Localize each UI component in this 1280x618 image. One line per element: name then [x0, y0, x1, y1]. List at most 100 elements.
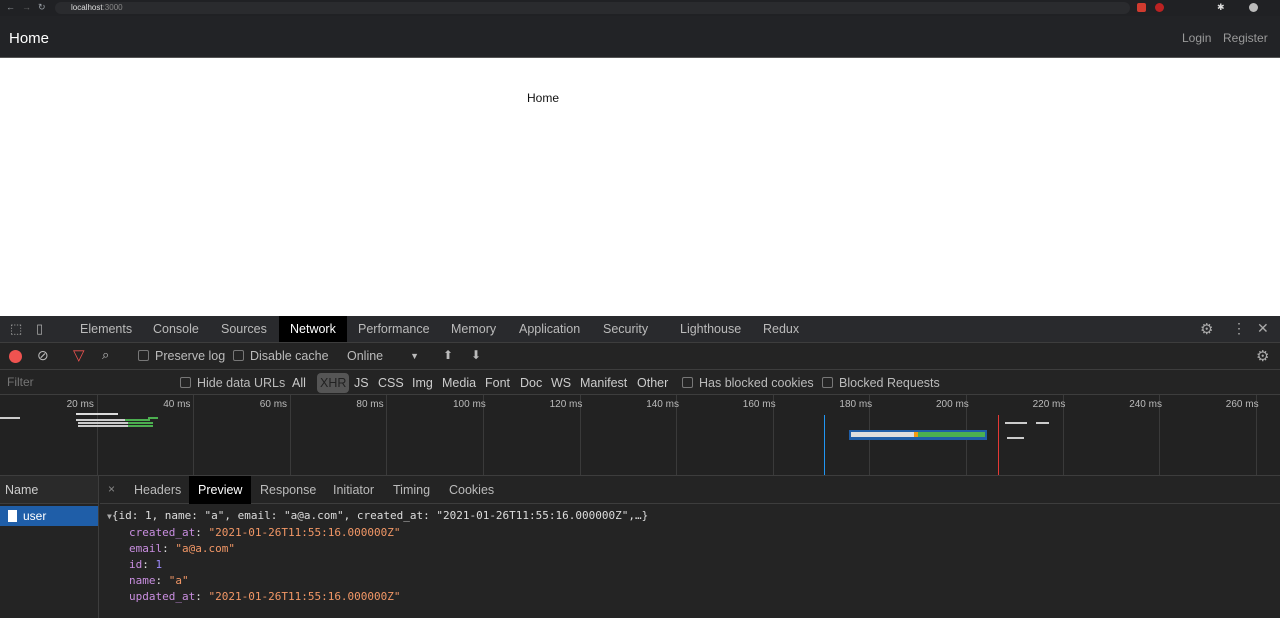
browser-toolbar: ← → ↻ localhost:3000 ✱ — [0, 0, 1280, 16]
reload-icon[interactable]: ↻ — [38, 2, 46, 13]
json-key: id — [129, 558, 143, 571]
timeline-tick: 260 ms — [1225, 399, 1259, 410]
tab-performance[interactable]: Performance — [350, 316, 438, 342]
throttling-value: Online — [347, 349, 384, 363]
disable-cache-label: Disable cache — [250, 349, 329, 363]
profile-avatar[interactable] — [1249, 3, 1258, 12]
close-devtools-icon[interactable]: ✕ — [1257, 320, 1269, 337]
hide-data-urls-checkbox[interactable]: Hide data URLs — [180, 376, 285, 390]
url-host: localhost — [71, 3, 103, 12]
filter-all[interactable]: All — [292, 376, 306, 390]
throttling-select[interactable]: Online ▼ — [347, 349, 419, 363]
json-field: updated_at: "2021-01-26T11:55:16.000000Z… — [129, 590, 401, 603]
page-content: Home — [526, 91, 559, 105]
filter-manifest[interactable]: Manifest — [580, 376, 627, 390]
blocked-requests-checkbox[interactable]: Blocked Requests — [822, 376, 940, 390]
waterfall-bar-download — [128, 425, 153, 427]
login-link[interactable]: Login — [1182, 31, 1211, 45]
waterfall-bar[interactable] — [78, 422, 130, 424]
tab-initiator[interactable]: Initiator — [325, 476, 382, 504]
more-options-icon[interactable]: ⋮ — [1232, 320, 1246, 337]
extension-icon[interactable] — [1155, 3, 1164, 12]
filter-icon[interactable]: ▽ — [73, 346, 85, 364]
timeline-tick: 220 ms — [1032, 399, 1066, 410]
json-field: name: "a" — [129, 574, 189, 587]
dom-content-loaded-line — [824, 415, 825, 475]
register-link[interactable]: Register — [1223, 31, 1268, 45]
timeline-gridline — [386, 395, 388, 475]
filter-media[interactable]: Media — [442, 376, 476, 390]
puzzle-icon[interactable]: ✱ — [1217, 2, 1226, 12]
json-value: "a" — [168, 574, 189, 587]
tab-security[interactable]: Security — [595, 316, 656, 342]
has-blocked-cookies-label: Has blocked cookies — [699, 376, 814, 390]
tab-console[interactable]: Console — [145, 316, 207, 342]
filter-img[interactable]: Img — [412, 376, 433, 390]
tab-preview[interactable]: Preview — [189, 476, 252, 504]
has-blocked-cookies-checkbox[interactable]: Has blocked cookies — [682, 376, 814, 390]
name-column-header[interactable]: Name — [0, 476, 98, 504]
tab-sources[interactable]: Sources — [213, 316, 275, 342]
json-value: "2021-01-26T11:55:16.000000Z" — [208, 590, 401, 603]
waterfall-bar[interactable] — [1007, 437, 1024, 439]
json-key: created_at — [129, 526, 196, 539]
filter-xhr[interactable]: XHR — [317, 373, 350, 393]
inspect-element-icon[interactable]: ⬚ — [10, 321, 22, 337]
network-settings-icon[interactable]: ⚙ — [1256, 347, 1269, 365]
clear-icon[interactable]: ⊘ — [37, 347, 49, 364]
forward-icon[interactable]: → — [22, 2, 31, 12]
navbar-brand[interactable]: Home — [9, 30, 49, 47]
filter-input[interactable] — [0, 370, 170, 394]
tab-cookies[interactable]: Cookies — [441, 476, 502, 504]
network-overview[interactable]: 20 ms 40 ms 60 ms 80 ms 100 ms 120 ms 140 ms 16… — [0, 395, 1280, 476]
disable-cache-checkbox[interactable]: Disable cache — [233, 349, 329, 363]
import-har-icon[interactable]: ⬆ — [443, 348, 453, 362]
tab-response[interactable]: Response — [252, 476, 324, 504]
device-toolbar-icon[interactable]: ▯ — [36, 321, 43, 337]
tab-memory[interactable]: Memory — [443, 316, 504, 342]
timeline-tick: 60 ms — [259, 399, 288, 410]
json-key: updated_at — [129, 590, 196, 603]
close-detail-icon[interactable]: × — [108, 482, 115, 496]
timeline-tick: 100 ms — [453, 399, 486, 410]
waterfall-bar[interactable] — [0, 417, 20, 419]
filter-ws[interactable]: WS — [551, 376, 571, 390]
export-har-icon[interactable]: ⬇ — [471, 348, 481, 362]
settings-icon[interactable]: ⚙ — [1200, 320, 1213, 338]
request-row[interactable]: user — [0, 506, 98, 526]
tab-redux[interactable]: Redux — [755, 316, 807, 342]
tab-lighthouse[interactable]: Lighthouse — [672, 316, 749, 342]
timeline-tick: 160 ms — [742, 399, 776, 410]
tab-timing[interactable]: Timing — [385, 476, 438, 504]
hide-data-urls-label: Hide data URLs — [197, 376, 286, 390]
preserve-log-checkbox[interactable]: Preserve log — [138, 349, 225, 363]
filter-font[interactable]: Font — [485, 376, 510, 390]
waterfall-bar[interactable] — [76, 413, 118, 415]
search-icon[interactable]: ⌕ — [102, 347, 109, 363]
tab-elements[interactable]: Elements — [72, 316, 140, 342]
selected-request-bar[interactable] — [849, 430, 987, 440]
devtools-panel: ⬚ ▯ Elements Console Sources Network Per… — [0, 316, 1280, 618]
extension-icon[interactable] — [1137, 3, 1146, 12]
filter-doc[interactable]: Doc — [520, 376, 542, 390]
filter-other[interactable]: Other — [637, 376, 668, 390]
record-button[interactable] — [9, 350, 22, 363]
json-root[interactable]: ▼{id: 1, name: "a", email: "a@a.com", cr… — [107, 508, 648, 525]
waterfall-bar[interactable] — [1005, 422, 1027, 424]
waterfall-bar[interactable] — [78, 425, 134, 427]
timeline-gridline — [289, 395, 291, 475]
json-key: name — [129, 574, 156, 587]
url-port: :3000 — [102, 3, 123, 12]
timeline-tick: 20 ms — [66, 399, 94, 410]
request-list: Name user — [0, 476, 99, 618]
filter-js[interactable]: JS — [354, 376, 369, 390]
json-preview: ▼{id: 1, name: "a", email: "a@a.com", cr… — [107, 508, 648, 605]
filter-bar: Hide data URLs All XHR JS CSS Img Media … — [0, 370, 1280, 395]
tab-headers[interactable]: Headers — [126, 476, 189, 504]
filter-css[interactable]: CSS — [378, 376, 404, 390]
address-bar[interactable]: localhost:3000 — [55, 2, 1130, 14]
tab-network[interactable]: Network — [279, 316, 347, 342]
back-icon[interactable]: ← — [6, 2, 15, 12]
tab-application[interactable]: Application — [511, 316, 588, 342]
waterfall-bar[interactable] — [1036, 422, 1049, 424]
